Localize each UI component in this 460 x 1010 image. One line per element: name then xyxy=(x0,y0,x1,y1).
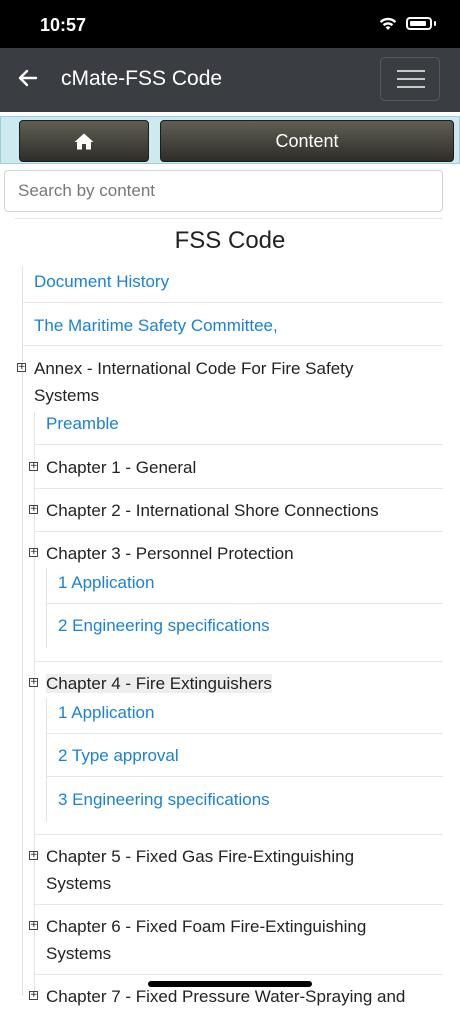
app-title: cMate-FSS Code xyxy=(61,67,223,90)
tree-line xyxy=(46,568,47,648)
toc-chapter-4[interactable]: Chapter 4 - Fire Extinguishers xyxy=(46,670,272,697)
divider xyxy=(34,834,443,835)
expand-plus-icon[interactable]: + xyxy=(17,363,26,372)
divider xyxy=(22,345,443,346)
battery-icon xyxy=(406,17,432,30)
divider xyxy=(46,603,443,604)
divider xyxy=(34,661,443,662)
toc-ch3-application[interactable]: 1 Application xyxy=(58,569,154,596)
toc-ch4-type-approval[interactable]: 2 Type approval xyxy=(58,742,179,769)
home-indicator xyxy=(148,981,312,987)
toc-annex[interactable]: Annex - International Code For Fire Safe… xyxy=(34,355,353,409)
status-bar: 10:57 xyxy=(0,0,460,48)
toc-ch4-application[interactable]: 1 Application xyxy=(58,699,154,726)
battery-nub xyxy=(434,21,436,26)
wifi-icon xyxy=(379,17,397,30)
expand-plus-icon[interactable]: + xyxy=(29,851,38,860)
toc-annex-line1: Annex - International Code For Fire Safe… xyxy=(34,359,354,378)
status-time: 10:57 xyxy=(40,15,87,35)
divider xyxy=(34,904,443,905)
expand-plus-icon[interactable]: + xyxy=(29,548,38,557)
toc-chapter-3[interactable]: Chapter 3 - Personnel Protection xyxy=(46,540,294,567)
toc-maritime-safety-committee[interactable]: The Maritime Safety Committee, xyxy=(34,312,278,339)
expand-plus-icon[interactable]: + xyxy=(29,678,38,687)
divider xyxy=(46,776,443,777)
divider xyxy=(34,531,443,532)
tree-line xyxy=(34,412,35,996)
app-bar: cMate-FSS Code xyxy=(0,48,460,112)
divider xyxy=(46,733,443,734)
toc-annex-line2: Systems xyxy=(34,386,100,405)
divider xyxy=(22,302,443,303)
toolbar: Content xyxy=(0,116,460,164)
divider xyxy=(34,974,443,975)
toc-chapter-6-line1: Chapter 6 - Fixed Foam Fire-Extinguishin… xyxy=(46,917,367,936)
toc-chapter-6-line2: Systems xyxy=(46,944,112,963)
divider xyxy=(34,488,443,489)
document-title: FSS Code xyxy=(174,227,286,254)
content-button[interactable]: Content xyxy=(160,120,454,162)
toc-ch4-engineering-specifications[interactable]: 3 Engineering specifications xyxy=(58,786,270,813)
expand-plus-icon[interactable]: + xyxy=(29,462,38,471)
expand-plus-icon[interactable]: + xyxy=(29,505,38,514)
toc-document-history[interactable]: Document History xyxy=(34,268,169,295)
home-button[interactable] xyxy=(19,120,149,162)
toc-preamble[interactable]: Preamble xyxy=(46,410,119,437)
toc-ch3-engineering-specifications[interactable]: 2 Engineering specifications xyxy=(58,612,270,639)
toc-chapter-7[interactable]: Chapter 7 - Fixed Pressure Water-Sprayin… xyxy=(46,983,405,1010)
toc-chapter-4-label: Chapter 4 - Fire Extinguishers xyxy=(46,674,272,693)
toc-chapter-5-line2: Systems xyxy=(46,874,112,893)
toc-chapter-1[interactable]: Chapter 1 - General xyxy=(46,454,196,481)
hamburger-menu-icon[interactable] xyxy=(380,57,440,101)
home-icon xyxy=(74,133,94,150)
back-arrow-icon[interactable] xyxy=(16,66,40,90)
search-input[interactable] xyxy=(4,170,443,212)
tree-line xyxy=(46,698,47,822)
toc-chapter-2[interactable]: Chapter 2 - International Shore Connecti… xyxy=(46,497,379,524)
divider xyxy=(15,218,443,219)
toc-chapter-5-line1: Chapter 5 - Fixed Gas Fire-Extinguishing xyxy=(46,847,355,866)
tree-line xyxy=(22,266,23,996)
status-icons xyxy=(378,16,436,31)
toc-chapter-5[interactable]: Chapter 5 - Fixed Gas Fire-Extinguishing… xyxy=(46,843,354,897)
toc-chapter-6[interactable]: Chapter 6 - Fixed Foam Fire-Extinguishin… xyxy=(46,913,366,967)
divider xyxy=(34,444,443,445)
expand-plus-icon[interactable]: + xyxy=(29,921,38,930)
